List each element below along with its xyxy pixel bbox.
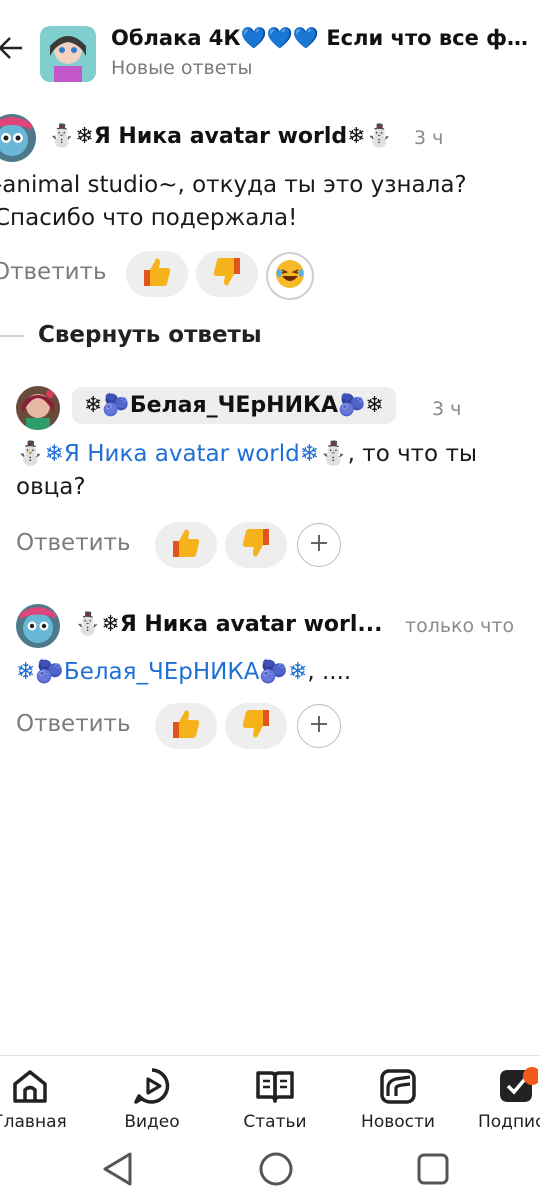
post-title[interactable]: Облака 4К💙💙💙 Если что все фо... <box>111 26 531 51</box>
thumbs-up-icon <box>169 707 203 745</box>
reaction-emoji-button[interactable] <box>266 252 314 300</box>
nav-label: Статьи <box>243 1112 307 1132</box>
comment-author[interactable]: ⛄❄Я Ника avatar worl... <box>74 612 383 637</box>
news-icon <box>376 1064 420 1108</box>
comment-time: 3 ч <box>414 127 444 149</box>
home-icon <box>8 1064 52 1108</box>
comment-author-chip[interactable]: ❄🫐Белая_ЧЕрНИКА🫐❄ <box>72 387 396 424</box>
thumbs-up-icon <box>140 255 174 293</box>
thumbs-down-icon <box>239 707 273 745</box>
thumbs-up-icon <box>169 526 203 564</box>
video-icon <box>130 1064 174 1108</box>
reply-button[interactable]: Ответить <box>0 259 107 285</box>
system-home-icon[interactable] <box>258 1151 294 1191</box>
back-arrow-icon[interactable] <box>0 28 28 68</box>
dislike-button[interactable] <box>225 522 287 568</box>
add-reaction-button[interactable] <box>297 704 341 748</box>
comment-text: ❄🫐Белая_ЧЕрНИКА🫐❄, .... <box>16 656 526 689</box>
collapse-replies-button[interactable]: Свернуть ответы <box>38 322 262 348</box>
nav-item-news[interactable]: Новости <box>348 1064 448 1132</box>
comment-time: только что <box>405 615 515 637</box>
reply-button[interactable]: Ответить <box>16 530 131 556</box>
plus-icon <box>309 711 329 741</box>
nav-item-subscriptions[interactable]: Подпис <box>466 1064 540 1132</box>
nav-item-video[interactable]: Видео <box>102 1064 202 1132</box>
like-button[interactable] <box>155 703 217 749</box>
comment-time: 3 ч <box>432 398 462 420</box>
comment-author[interactable]: ⛄❄Я Ника avatar world❄⛄ <box>48 124 393 149</box>
comment-avatar[interactable] <box>0 114 36 162</box>
nav-label: Подпис <box>478 1112 540 1132</box>
comment-text: ⛄❄Я Ника avatar world❄⛄, то что ты овца? <box>16 438 526 504</box>
add-reaction-button[interactable] <box>297 523 341 567</box>
subscriptions-icon <box>494 1064 540 1108</box>
laughing-emoji-icon <box>274 258 306 294</box>
collapse-divider <box>0 335 24 337</box>
nav-item-home[interactable]: Главная <box>0 1064 80 1132</box>
mention-link[interactable]: ❄🫐Белая_ЧЕрНИКА🫐❄ <box>16 659 307 685</box>
comment-avatar[interactable] <box>16 386 60 430</box>
nav-label: Главная <box>0 1112 67 1132</box>
nav-label: Новости <box>361 1112 435 1132</box>
nav-item-articles[interactable]: Статьи <box>225 1064 325 1132</box>
nav-label: Видео <box>124 1112 180 1132</box>
dislike-button[interactable] <box>196 251 258 297</box>
like-button[interactable] <box>126 251 188 297</box>
comment-author: ❄🫐Белая_ЧЕрНИКА🫐❄ <box>84 393 384 418</box>
dislike-button[interactable] <box>225 703 287 749</box>
plus-icon <box>309 530 329 560</box>
post-subtitle: Новые ответы <box>111 57 253 79</box>
reply-button[interactable]: Ответить <box>16 711 131 737</box>
like-button[interactable] <box>155 522 217 568</box>
thumbs-down-icon <box>239 526 273 564</box>
system-recents-icon[interactable] <box>416 1152 450 1190</box>
comment-text: -animal studio~, откуда ты это узнала? С… <box>0 172 467 231</box>
articles-icon <box>253 1064 297 1108</box>
bottom-nav-divider <box>0 1055 540 1056</box>
comment-text-body: , .... <box>307 659 352 685</box>
system-back-icon[interactable] <box>100 1150 134 1192</box>
thumbs-down-icon <box>210 255 244 293</box>
mention-link[interactable]: ⛄❄Я Ника avatar world❄⛄ <box>16 441 348 467</box>
channel-avatar[interactable] <box>40 26 96 82</box>
comment-avatar[interactable] <box>16 604 60 648</box>
